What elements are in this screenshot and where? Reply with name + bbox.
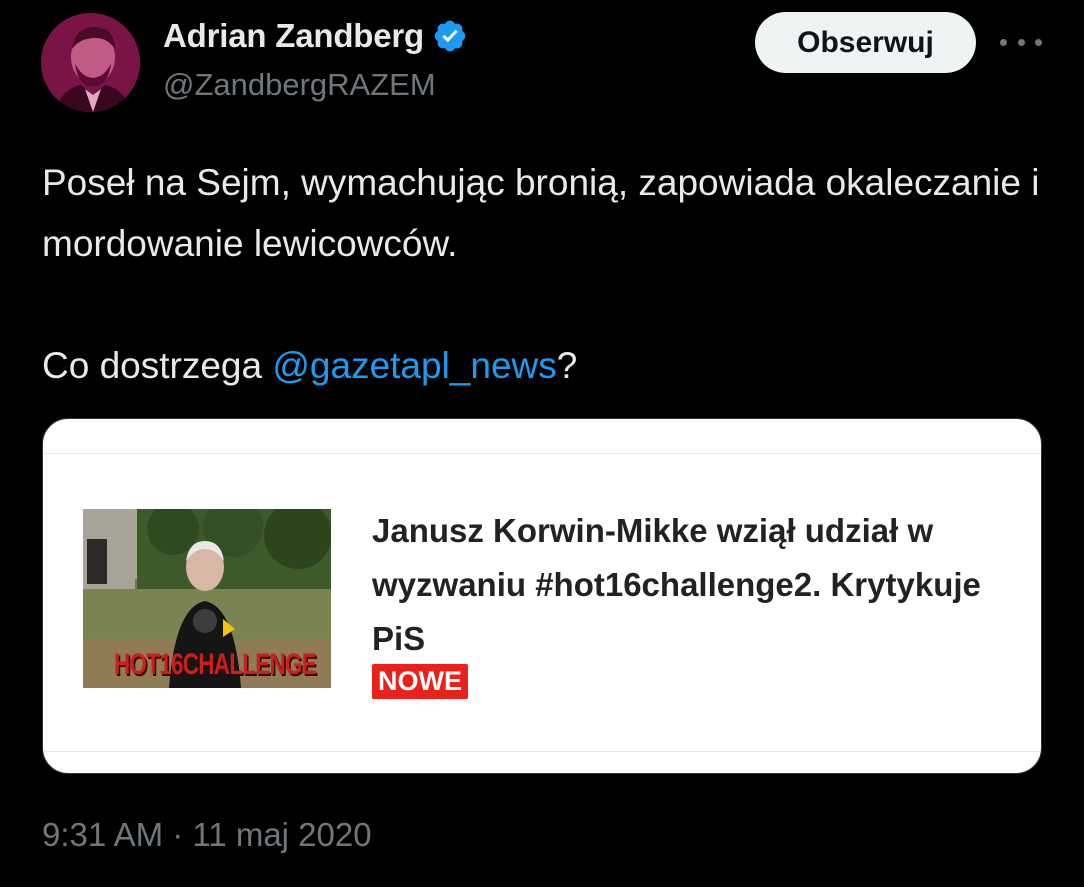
card-title[interactable]: Janusz Korwin-Mikke wziął udział w wyzwa… [372,504,1012,666]
tweet-text-prefix: Co dostrzega [42,345,273,386]
mention-link[interactable]: @gazetapl_news [272,345,556,386]
author-handle[interactable]: @ZandbergRAZEM [163,67,436,103]
author-name[interactable]: Adrian Zandberg [163,17,424,55]
tweet-text-suffix: ? [556,345,578,386]
follow-button[interactable]: Obserwuj [755,12,976,73]
author-name-row: Adrian Zandberg [163,14,468,58]
more-options-icon[interactable] [1000,28,1042,56]
card-divider [43,751,1041,752]
new-badge: NOWE [372,664,468,699]
verified-badge-icon [434,20,466,52]
more-dot [1017,38,1025,46]
avatar-image [41,13,140,112]
tweet-text: Poseł na Sejm, wymachując bronią, zapowi… [42,152,1042,396]
tweet-paragraph: Poseł na Sejm, wymachując bronią, zapowi… [42,162,1040,264]
tweet-paragraph: Co dostrzega @gazetapl_news? [42,335,1042,396]
author-avatar[interactable] [41,13,140,112]
more-dot [1035,38,1042,46]
tweet-timestamp[interactable]: 9:31 AM · 11 maj 2020 [42,816,372,854]
more-dot [1000,38,1007,46]
card-divider [43,453,1041,454]
thumbnail-label: HOT16CHALLENGE [114,648,317,681]
link-preview-card[interactable]: HOT16CHALLENGE Janusz Korwin-Mikke wziął… [42,418,1042,774]
card-thumbnail: HOT16CHALLENGE [83,509,331,688]
